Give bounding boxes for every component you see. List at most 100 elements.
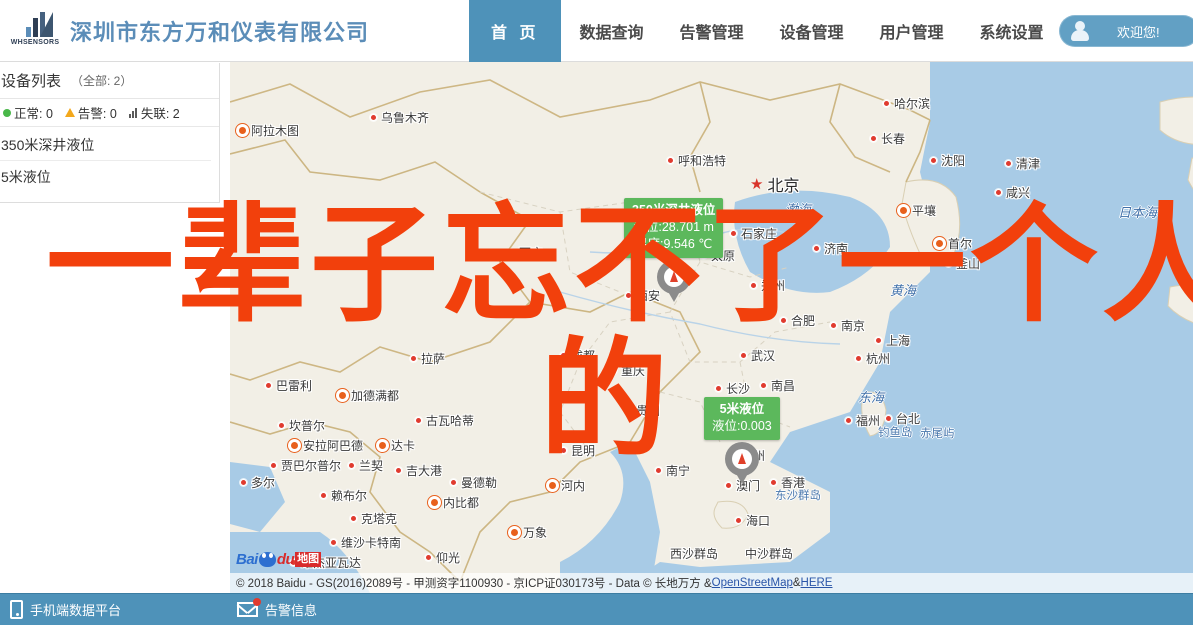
- here-link[interactable]: HERE: [801, 577, 833, 589]
- capital-star-icon: ★: [750, 175, 764, 193]
- city-name: 安拉阿巴德: [303, 439, 364, 453]
- map-city-label: 石家庄: [730, 225, 777, 242]
- status-offline[interactable]: 失联: 2: [128, 103, 180, 122]
- marker-bubble: 350米深井液位 液位:28.701 m 温度:9.546 ℃: [624, 198, 724, 258]
- city-name: 西沙群岛: [670, 547, 719, 561]
- map-city-label: 巴雷利: [265, 377, 312, 394]
- baidu-paw-icon: [258, 552, 276, 567]
- map-marker-350m-well[interactable]: 350米深井液位 液位:28.701 m 温度:9.546 ℃: [624, 198, 724, 304]
- city-dot-icon: [410, 355, 417, 362]
- map-city-label: 贵阳: [625, 402, 660, 419]
- taskbar-item-alarm-info[interactable]: 告警信息: [227, 594, 331, 625]
- nav-item-home[interactable]: 首 页: [469, 0, 562, 62]
- city-dot-icon: [415, 417, 422, 424]
- map-city-label: 仰光: [425, 549, 460, 566]
- status-normal[interactable]: 正常: 0: [3, 103, 53, 122]
- city-dot-icon: [1005, 160, 1012, 167]
- city-dot-icon: [350, 515, 357, 522]
- alarm-badge-dot: [253, 598, 262, 606]
- city-dot-icon: [240, 479, 247, 486]
- city-name: 阿拉木图: [251, 124, 300, 138]
- nav-item-system-settings[interactable]: 系统设置: [962, 0, 1062, 62]
- city-name: 仰光: [436, 551, 461, 565]
- map-city-label: 西沙群岛: [670, 545, 718, 562]
- city-dot-icon: [290, 441, 299, 450]
- map-city-label: 坎普尔: [278, 417, 325, 434]
- baidu-map-logo[interactable]: Bai du 地图: [236, 550, 322, 569]
- map-city-label: 克塔克: [350, 510, 397, 527]
- map-city-label: 哈尔滨: [883, 95, 930, 112]
- city-name: 达卡: [391, 439, 416, 453]
- city-dot-icon: [395, 467, 402, 474]
- city-dot-icon: [855, 355, 862, 362]
- device-list-panel: 设备列表 （全部: 2） 正常: 0 告警: 0 失联: 2 350米深井液位 …: [0, 63, 220, 203]
- marker-temperature: 温度:9.546 ℃: [635, 236, 713, 251]
- map-sea-label: 渤海: [785, 202, 812, 217]
- company-name: 深圳市东方万和仪表有限公司: [70, 19, 370, 45]
- map-city-label: 赖布尔: [320, 487, 367, 504]
- status-alarm-label: 告警: 0: [77, 107, 117, 121]
- map-city-label: 武汉: [740, 347, 775, 364]
- city-dot-icon: [378, 441, 387, 450]
- map-sea-label: 日本海: [1118, 205, 1158, 220]
- nav-item-data-query[interactable]: 数据查询: [561, 0, 661, 62]
- map-city-label: 釜山: [945, 255, 980, 272]
- mail-icon: [236, 598, 262, 617]
- marker-title: 350米深井液位: [632, 203, 716, 217]
- nav-item-user-mgmt[interactable]: 用户管理: [862, 0, 962, 62]
- city-name: 维沙卡特南: [341, 536, 402, 550]
- device-list: 350米深井液位 5米液位: [0, 127, 219, 192]
- city-dot-icon: [780, 317, 787, 324]
- logo-wordmark: WHSENSORS: [10, 38, 60, 46]
- logo-mark-icon: [18, 11, 53, 37]
- city-name: 坎普尔: [289, 419, 326, 433]
- map-city-label: 平壤: [899, 202, 936, 219]
- city-name: 郑州: [761, 279, 786, 293]
- welcome-label: 欢迎您!: [1117, 24, 1160, 40]
- city-name: 中沙群岛: [745, 547, 794, 561]
- map-city-label: 呼和浩特: [667, 152, 726, 169]
- marker-level: 液位:0.003: [712, 418, 772, 433]
- map-canvas[interactable]: 阿拉木图乌鲁木齐哈尔滨长春呼和浩特沈阳清津札幌函馆★北京咸兴平壤仙台西宁石家庄济…: [230, 62, 1193, 593]
- device-list-count: （全部: 2）: [71, 74, 133, 88]
- baidu-map-word: 地图: [295, 551, 322, 568]
- device-list-item-1[interactable]: 5米液位: [0, 161, 211, 192]
- status-alarm[interactable]: 告警: 0: [64, 103, 117, 122]
- city-name: 福州: [856, 414, 881, 428]
- taskbar-item-mobile-platform[interactable]: 手机端数据平台: [0, 594, 135, 625]
- nav-item-device-mgmt[interactable]: 设备管理: [762, 0, 862, 62]
- city-name: 沈阳: [941, 154, 966, 168]
- city-dot-icon: [338, 391, 347, 400]
- city-name: 首尔: [948, 237, 973, 251]
- city-dot-icon: [715, 385, 722, 392]
- city-name: 贾巴尔普尔: [281, 459, 342, 473]
- map-city-label: 南昌: [760, 377, 795, 394]
- city-name: 赖布尔: [331, 489, 368, 503]
- city-dot-icon: [995, 189, 1002, 196]
- brand: WHSENSORS 深圳市东方万和仪表有限公司: [0, 11, 369, 51]
- nav-item-alarm-mgmt[interactable]: 告警管理: [661, 0, 761, 62]
- map-sea-label: 东海: [858, 390, 885, 405]
- city-dot-icon: [667, 157, 674, 164]
- openstreetmap-link[interactable]: OpenStreetMap: [712, 577, 793, 589]
- device-list-header: 设备列表 （全部: 2）: [0, 63, 219, 99]
- city-name: 北京: [767, 178, 800, 195]
- map-sea-label: 黄海: [890, 283, 917, 298]
- city-name: 昆明: [571, 444, 596, 458]
- city-dot-icon: [610, 367, 617, 374]
- map-city-label: 吉大港: [395, 462, 442, 479]
- map-city-label: 福州: [845, 412, 880, 429]
- user-welcome-button[interactable]: 欢迎您!: [1059, 15, 1193, 47]
- device-list-item-0[interactable]: 350米深井液位: [0, 130, 211, 161]
- city-dot-icon: [370, 114, 377, 121]
- map-city-label: 内比都: [430, 494, 479, 511]
- status-normal-label: 正常: 0: [14, 107, 53, 121]
- taskbar-label-alarm: 告警信息: [265, 603, 318, 618]
- map-marker-5m-level[interactable]: 5米液位 液位:0.003: [704, 397, 780, 486]
- city-dot-icon: [430, 498, 439, 507]
- city-dot-icon: [560, 352, 567, 359]
- city-name: 多尔: [251, 476, 276, 490]
- status-offline-label: 失联: 2: [140, 107, 180, 121]
- device-status-summary: 正常: 0 告警: 0 失联: 2: [0, 99, 219, 127]
- city-name: 呼和浩特: [678, 154, 727, 168]
